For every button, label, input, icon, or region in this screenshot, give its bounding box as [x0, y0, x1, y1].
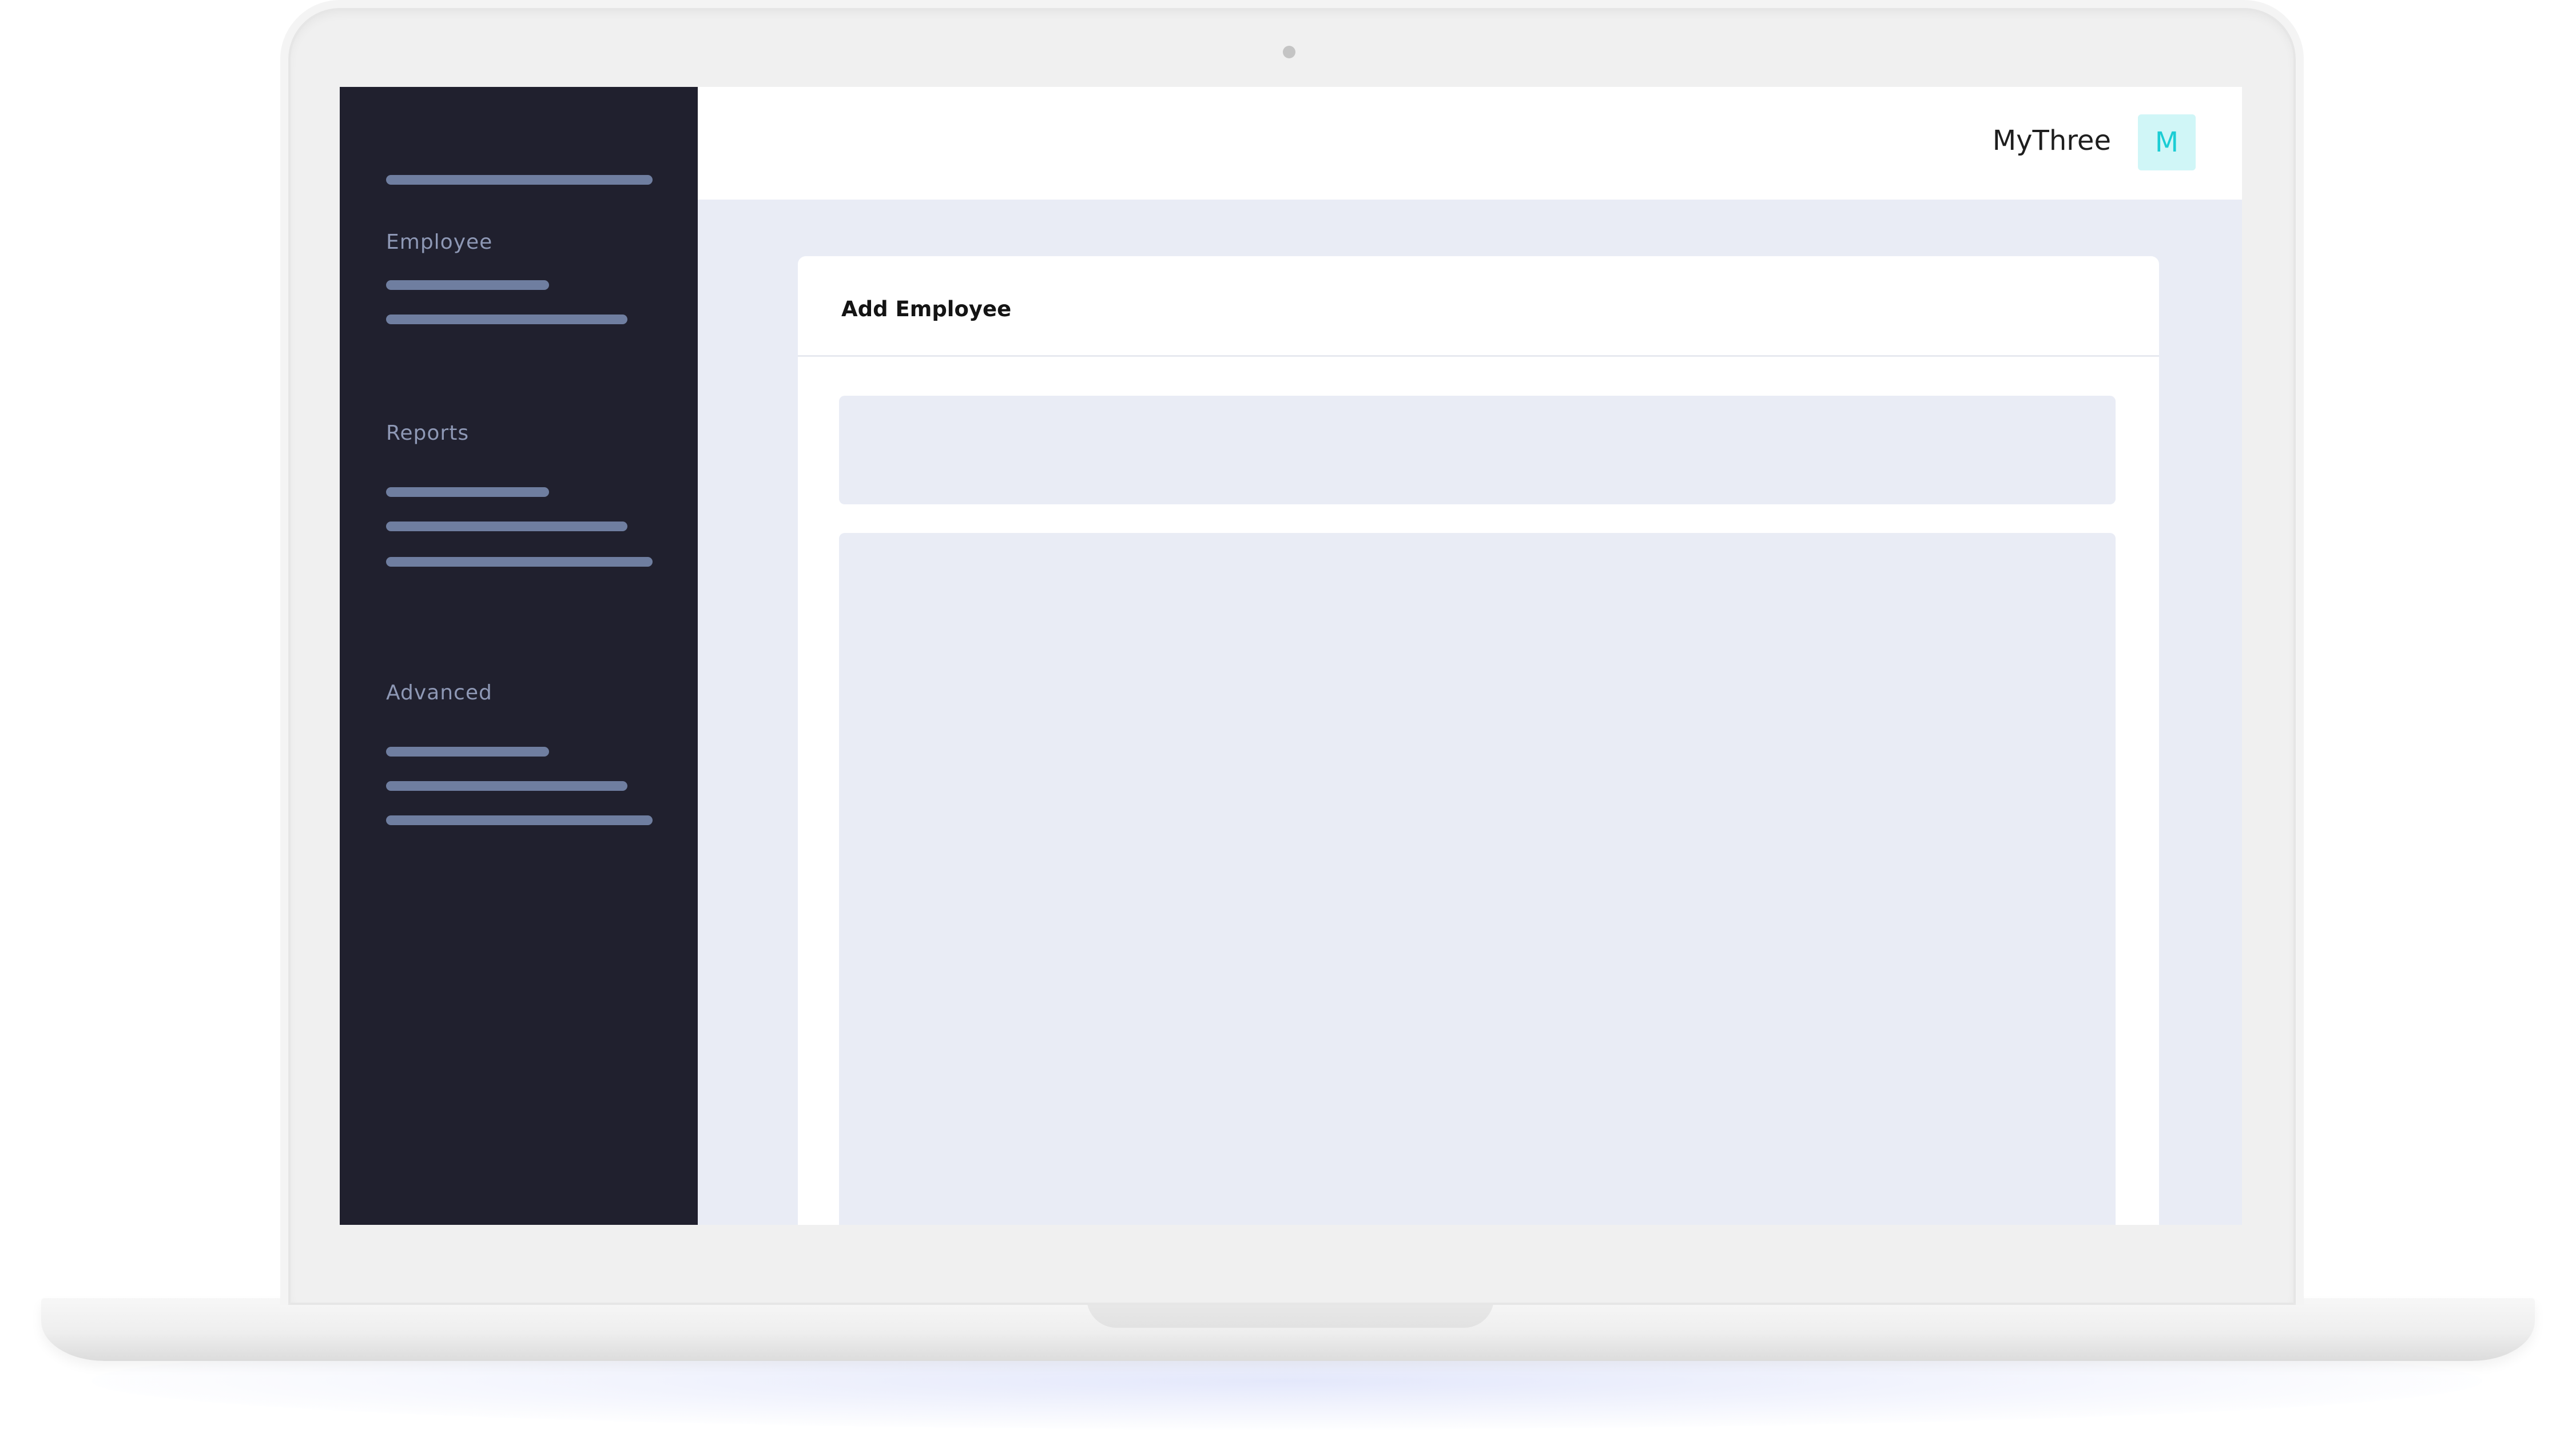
sidebar-item-placeholder[interactable]	[386, 781, 627, 791]
sidebar-item-placeholder[interactable]	[386, 487, 549, 497]
card-title: Add Employee	[841, 297, 1012, 321]
sidebar-section-advanced: Advanced	[386, 681, 492, 704]
form-field-placeholder[interactable]	[839, 396, 2116, 504]
top-bar: MyThree M	[698, 87, 2242, 200]
sidebar-item-placeholder[interactable]	[386, 280, 549, 290]
sidebar-section-employee: Employee	[386, 230, 493, 254]
avatar[interactable]: M	[2138, 114, 2196, 170]
camera-icon	[1283, 46, 1295, 58]
sidebar-item-placeholder[interactable]	[386, 747, 549, 757]
sidebar-item-placeholder[interactable]	[386, 522, 627, 531]
card-header: Add Employee	[798, 256, 2159, 357]
sidebar-item-placeholder[interactable]	[386, 557, 653, 567]
brand-name: MyThree	[1992, 125, 2111, 157]
sidebar-item-placeholder[interactable]	[386, 315, 627, 324]
form-body-placeholder[interactable]	[839, 533, 2116, 1225]
sidebar-logo-placeholder	[386, 175, 653, 185]
app-screen: Employee Reports Advanced MyThree M Add …	[340, 87, 2242, 1225]
sidebar-section-reports: Reports	[386, 421, 470, 445]
add-employee-card: Add Employee	[798, 256, 2159, 1225]
sidebar-item-placeholder[interactable]	[386, 815, 653, 825]
sidebar: Employee Reports Advanced	[340, 87, 698, 1225]
